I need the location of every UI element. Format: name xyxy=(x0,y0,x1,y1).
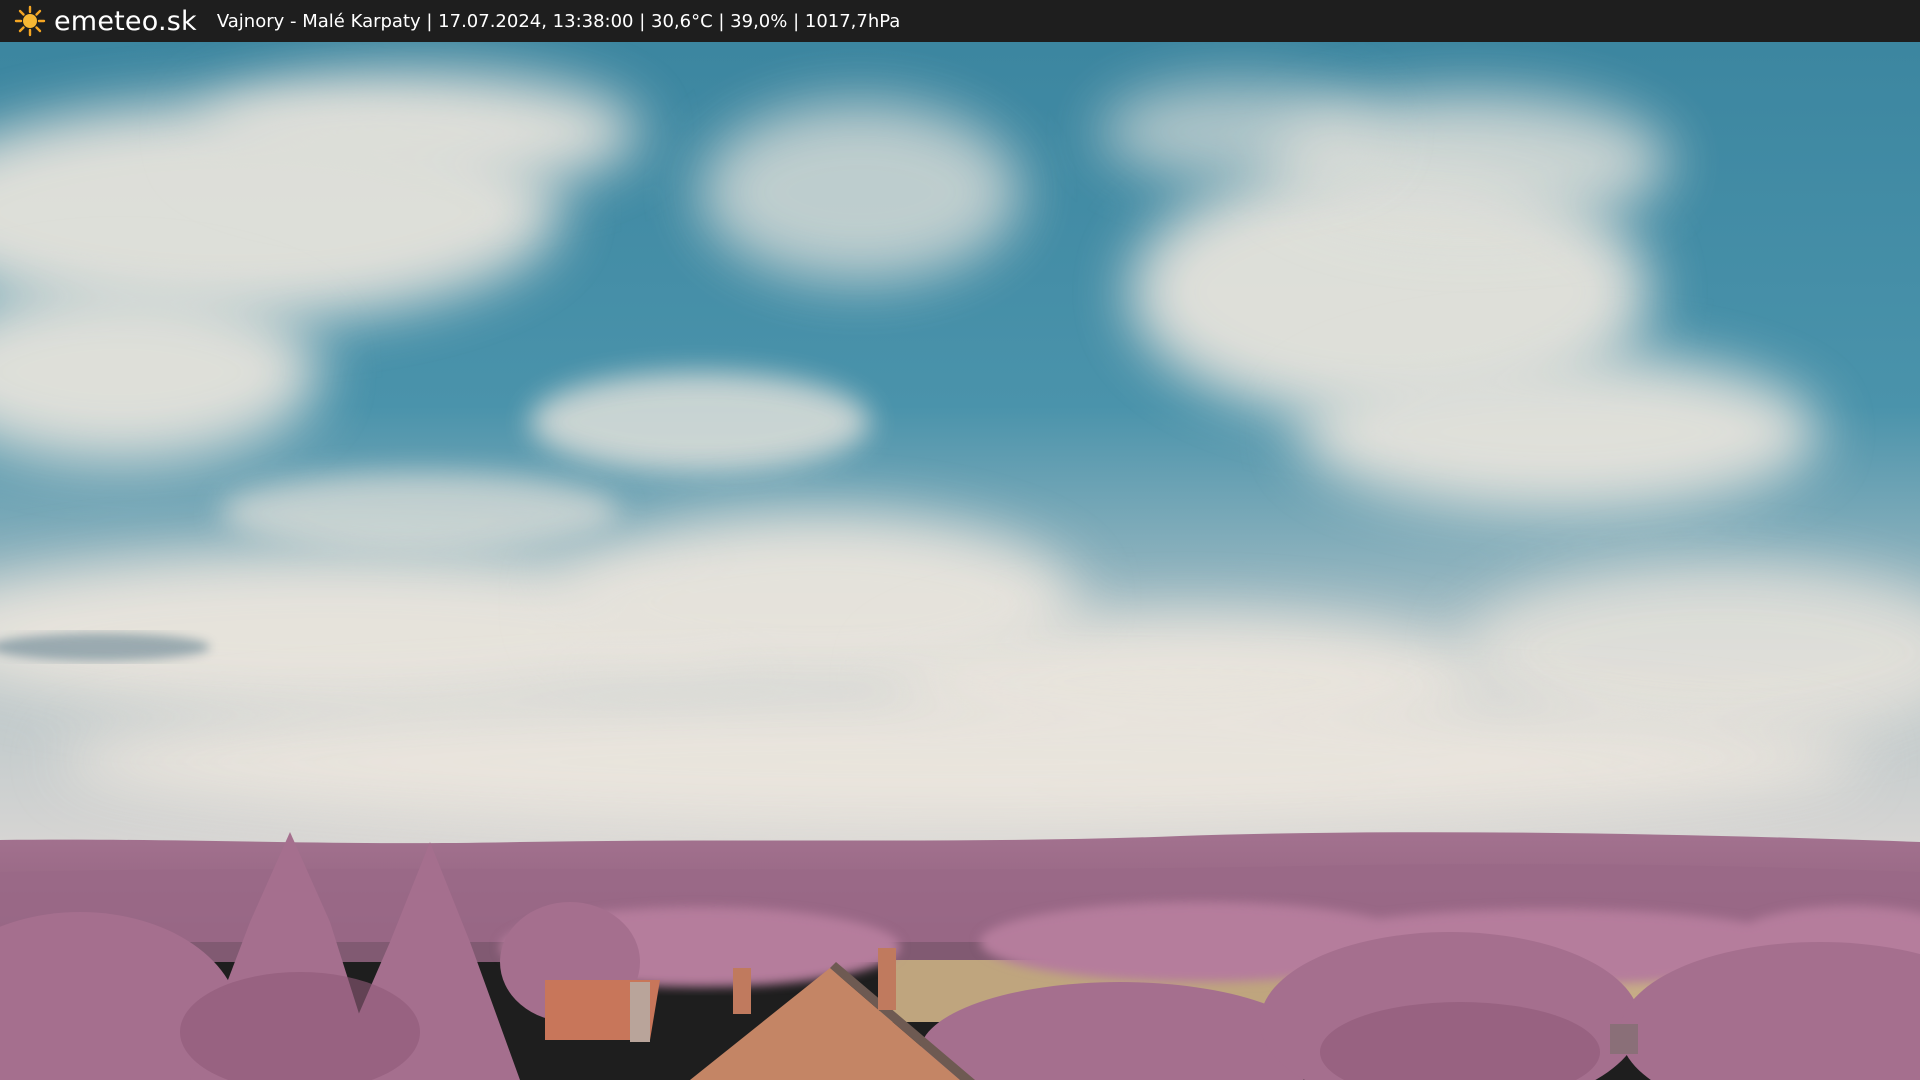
brand-name[interactable]: emeteo.sk xyxy=(54,6,197,37)
emeteo-logo[interactable]: emeteo.sk xyxy=(14,5,197,37)
weather-caption: Vajnory - Malé Karpaty | 17.07.2024, 13:… xyxy=(216,10,901,32)
webcam-image xyxy=(0,42,1920,1080)
sun-icon xyxy=(14,5,46,37)
webcam-header-bar: emeteo.sk Vajnory - Malé Karpaty | 17.07… xyxy=(0,0,1920,42)
